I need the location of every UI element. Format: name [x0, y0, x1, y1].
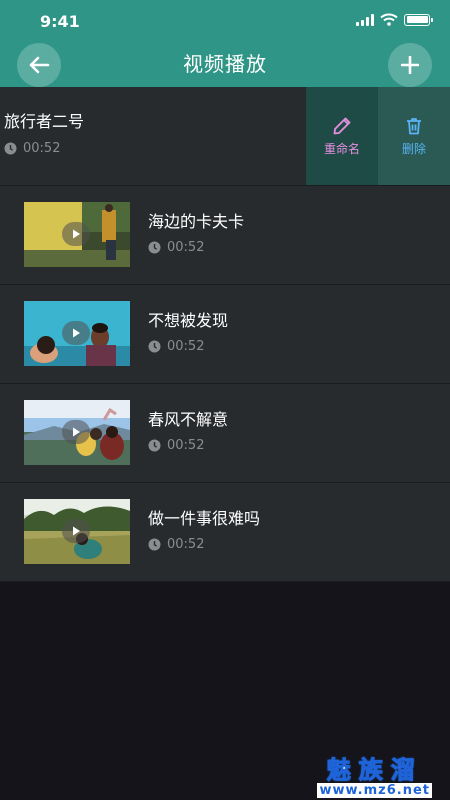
video-duration: 00:52 [167, 339, 205, 354]
video-duration: 00:52 [167, 537, 205, 552]
watermark-title: 魅族溜 [326, 756, 423, 784]
video-list: 旅行者二号 00:52 重命名 删除 海边的卡夫卡 00:52 不想被发现 00… [0, 87, 450, 582]
video-duration: 00:52 [23, 141, 61, 156]
clock-icon [148, 538, 161, 551]
video-duration-row: 00:52 [148, 339, 204, 354]
video-duration-row: 00:52 [148, 240, 204, 255]
list-item[interactable]: 做一件事很难吗 00:52 [0, 483, 450, 582]
rename-button[interactable]: 重命名 [306, 87, 378, 185]
video-thumbnail[interactable] [24, 499, 130, 564]
list-item-swiped[interactable]: 旅行者二号 00:52 重命名 删除 [0, 87, 450, 186]
delete-button[interactable]: 删除 [378, 87, 450, 185]
plus-icon [401, 56, 419, 74]
status-icons [356, 13, 433, 26]
video-thumbnail[interactable] [24, 400, 130, 465]
add-video-button[interactable] [388, 43, 432, 87]
video-duration-row: 00:52 [148, 537, 204, 552]
video-duration-row: 00:52 [4, 141, 60, 156]
video-title: 做一件事很难吗 [148, 509, 261, 528]
list-item[interactable]: 不想被发现 00:52 [0, 285, 450, 384]
video-title: 旅行者二号 [4, 112, 85, 131]
page-title: 视频播放 [183, 52, 267, 76]
delete-label: 删除 [401, 141, 426, 156]
rename-label: 重命名 [323, 141, 360, 156]
clock-icon [148, 340, 161, 353]
clock-icon [148, 439, 161, 452]
battery-icon [404, 13, 433, 26]
play-icon[interactable] [62, 519, 90, 543]
play-icon[interactable] [62, 222, 90, 246]
video-duration: 00:52 [167, 240, 205, 255]
clock-icon [148, 241, 161, 254]
video-duration-row: 00:52 [148, 438, 204, 453]
status-time: 9:41 [40, 12, 80, 31]
wifi-icon [380, 13, 398, 26]
clock-icon [4, 142, 17, 155]
video-duration: 00:52 [167, 438, 205, 453]
signal-icon [356, 13, 374, 26]
video-title: 春风不解意 [148, 410, 229, 429]
play-icon[interactable] [62, 321, 90, 345]
list-item[interactable]: 海边的卡夫卡 00:52 [0, 186, 450, 285]
pencil-icon [333, 117, 351, 134]
list-item[interactable]: 春风不解意 00:52 [0, 384, 450, 483]
app-header: 9:41 视频播放 [0, 0, 450, 87]
play-icon[interactable] [62, 420, 90, 444]
watermark-url: www.mz6.net [317, 783, 432, 798]
trash-icon [407, 117, 421, 134]
video-title: 海边的卡夫卡 [148, 212, 245, 231]
video-title: 不想被发现 [148, 311, 229, 330]
video-thumbnail[interactable] [24, 202, 130, 267]
video-thumbnail[interactable] [24, 301, 130, 366]
watermark-logo: 魅族溜 www.mz6.net [317, 757, 432, 798]
